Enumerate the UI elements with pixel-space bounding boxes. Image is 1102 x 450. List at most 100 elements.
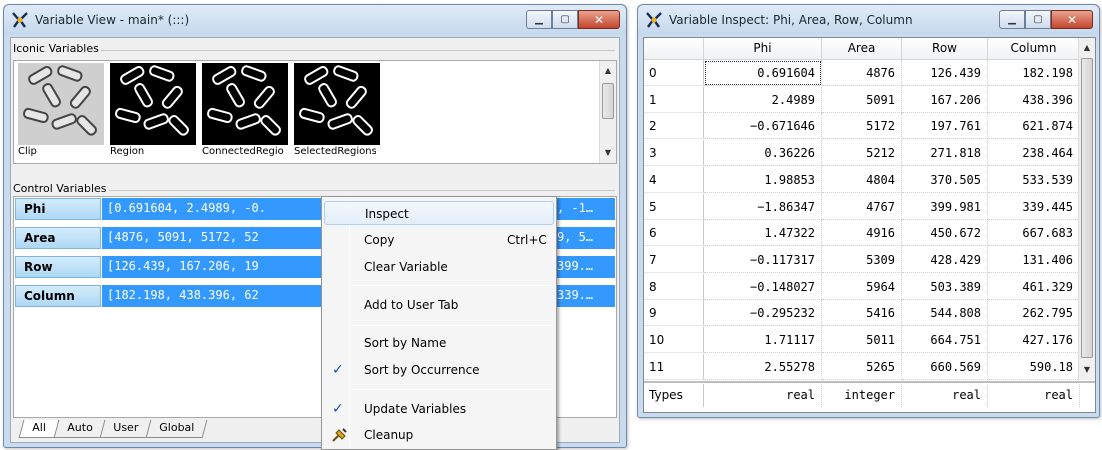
- row-index[interactable]: 1: [644, 86, 704, 113]
- row-index[interactable]: 4: [644, 166, 704, 193]
- table-scrollbar[interactable]: ▲ ▼: [1078, 38, 1095, 380]
- row-index[interactable]: 2: [644, 113, 704, 140]
- column-header-area[interactable]: Area: [822, 38, 902, 60]
- tab-global[interactable]: Global: [145, 420, 208, 438]
- menu-item-add-to-user-tab[interactable]: Add to User Tab: [324, 293, 554, 317]
- row-index[interactable]: 5: [644, 193, 704, 220]
- table-cell[interactable]: 503.389: [902, 273, 988, 300]
- table-cell[interactable]: 450.672: [902, 220, 988, 247]
- window-title: Variable Inspect: Phi, Area, Row, Column: [669, 13, 913, 27]
- row-index[interactable]: 10: [644, 327, 704, 353]
- table-cell[interactable]: 5265: [822, 353, 902, 380]
- table-cell[interactable]: 339.445: [988, 193, 1080, 220]
- scroll-up-icon[interactable]: ▲: [600, 63, 616, 79]
- table-cell[interactable]: −0.295232: [704, 300, 822, 327]
- table-cell[interactable]: 590.18: [988, 353, 1080, 380]
- table-cell[interactable]: 660.569: [902, 353, 988, 380]
- tab-user[interactable]: User: [99, 420, 152, 438]
- table-cell[interactable]: 461.329: [988, 273, 1080, 300]
- context-menu: Inspect Copy Ctrl+C Clear Variable Add to…: [321, 196, 557, 450]
- maximize-icon[interactable]: ▢: [1025, 10, 1051, 29]
- column-header-row[interactable]: Row: [902, 38, 988, 60]
- menu-item-clear-variable[interactable]: Clear Variable: [324, 255, 554, 279]
- column-header-phi[interactable]: Phi: [704, 38, 822, 60]
- row-index[interactable]: 0: [644, 60, 704, 86]
- minimize-icon[interactable]: ▁: [999, 10, 1025, 29]
- table-cell[interactable]: 4916: [822, 220, 902, 247]
- table-cell[interactable]: 544.808: [902, 300, 988, 327]
- scroll-down-icon[interactable]: ▼: [1079, 362, 1095, 378]
- iconic-item-region[interactable]: [110, 63, 196, 145]
- table-cell[interactable]: 621.874: [988, 113, 1080, 140]
- iconic-scrollbar[interactable]: ▲ ▼: [599, 61, 616, 163]
- row-index[interactable]: 9: [644, 300, 704, 327]
- iconic-item-clip[interactable]: [18, 63, 104, 145]
- table-cell[interactable]: 399.981: [902, 193, 988, 220]
- scroll-up-icon[interactable]: ▲: [1079, 40, 1095, 56]
- table-cell[interactable]: 238.464: [988, 140, 1080, 167]
- table-cell[interactable]: 1.47322: [704, 220, 822, 247]
- table-cell[interactable]: 4767: [822, 193, 902, 220]
- title-bar[interactable]: Variable Inspect: Phi, Area, Row, Column…: [638, 5, 1099, 35]
- iconic-item-selected-regions[interactable]: [294, 63, 380, 145]
- table-cell[interactable]: −0.671646: [704, 113, 822, 140]
- close-icon[interactable]: ✕: [1051, 10, 1093, 29]
- row-index[interactable]: 6: [644, 220, 704, 247]
- row-index[interactable]: 8: [644, 273, 704, 300]
- table-cell[interactable]: 2.55278: [704, 353, 822, 380]
- table-cell[interactable]: 182.198: [988, 60, 1080, 86]
- tab-all[interactable]: All: [18, 420, 60, 438]
- table-cell[interactable]: 2.4989: [704, 86, 822, 113]
- table-cell[interactable]: 438.396: [988, 86, 1080, 113]
- table-cell[interactable]: 5964: [822, 273, 902, 300]
- table-cell[interactable]: 370.505: [902, 166, 988, 193]
- table-cell[interactable]: 664.751: [902, 327, 988, 353]
- table-cell[interactable]: 271.818: [902, 140, 988, 167]
- table-cell[interactable]: 5212: [822, 140, 902, 167]
- menu-separator: [352, 285, 552, 286]
- table-cell[interactable]: 4876: [822, 60, 902, 86]
- table-cell[interactable]: 262.795: [988, 300, 1080, 327]
- table-cell[interactable]: 126.439: [902, 60, 988, 86]
- close-icon[interactable]: ✕: [578, 10, 620, 29]
- scroll-thumb[interactable]: [1081, 58, 1093, 358]
- table-cell[interactable]: 533.539: [988, 166, 1080, 193]
- table-cell[interactable]: 1.98853: [704, 166, 822, 193]
- table-cell[interactable]: 667.683: [988, 220, 1080, 247]
- maximize-icon[interactable]: ▢: [552, 10, 578, 29]
- table-cell[interactable]: 5011: [822, 327, 902, 353]
- table-cell[interactable]: 5309: [822, 246, 902, 273]
- menu-item-cleanup[interactable]: Cleanup: [324, 423, 554, 447]
- table-cell[interactable]: 131.406: [988, 246, 1080, 273]
- tab-auto[interactable]: Auto: [53, 420, 106, 438]
- row-index[interactable]: 7: [644, 246, 704, 273]
- title-bar[interactable]: Variable View - main* (:::) ▁ ▢ ✕: [4, 5, 626, 35]
- table-cell[interactable]: 4804: [822, 166, 902, 193]
- menu-item-update-variables[interactable]: ✓ Update Variables: [324, 397, 554, 421]
- minimize-icon[interactable]: ▁: [526, 10, 552, 29]
- table-cell[interactable]: 0.36226: [704, 140, 822, 167]
- menu-item-sort-by-occurrence[interactable]: ✓ Sort by Occurrence: [324, 358, 554, 382]
- menu-item-copy[interactable]: Copy Ctrl+C: [324, 228, 554, 252]
- menu-item-sort-by-name[interactable]: Sort by Name: [324, 331, 554, 355]
- variable-inspect-window: Variable Inspect: Phi, Area, Row, Column…: [637, 4, 1100, 418]
- table-cell[interactable]: 427.176: [988, 327, 1080, 353]
- scroll-thumb[interactable]: [602, 83, 614, 119]
- table-cell[interactable]: 5091: [822, 86, 902, 113]
- table-cell[interactable]: −0.117317: [704, 246, 822, 273]
- column-header-column[interactable]: Column: [988, 38, 1080, 60]
- scroll-down-icon[interactable]: ▼: [600, 145, 616, 161]
- row-index[interactable]: 3: [644, 140, 704, 167]
- iconic-item-connected-regions[interactable]: [202, 63, 288, 145]
- table-cell[interactable]: −1.86347: [704, 193, 822, 220]
- table-cell[interactable]: −0.148027: [704, 273, 822, 300]
- table-cell[interactable]: 1.71117: [704, 327, 822, 353]
- menu-item-inspect[interactable]: Inspect: [324, 201, 554, 225]
- table-cell[interactable]: 428.429: [902, 246, 988, 273]
- table-cell[interactable]: 0.691604: [704, 60, 822, 86]
- table-cell[interactable]: 197.761: [902, 113, 988, 140]
- table-cell[interactable]: 5416: [822, 300, 902, 327]
- table-cell[interactable]: 5172: [822, 113, 902, 140]
- table-cell[interactable]: 167.206: [902, 86, 988, 113]
- row-index[interactable]: 11: [644, 353, 704, 380]
